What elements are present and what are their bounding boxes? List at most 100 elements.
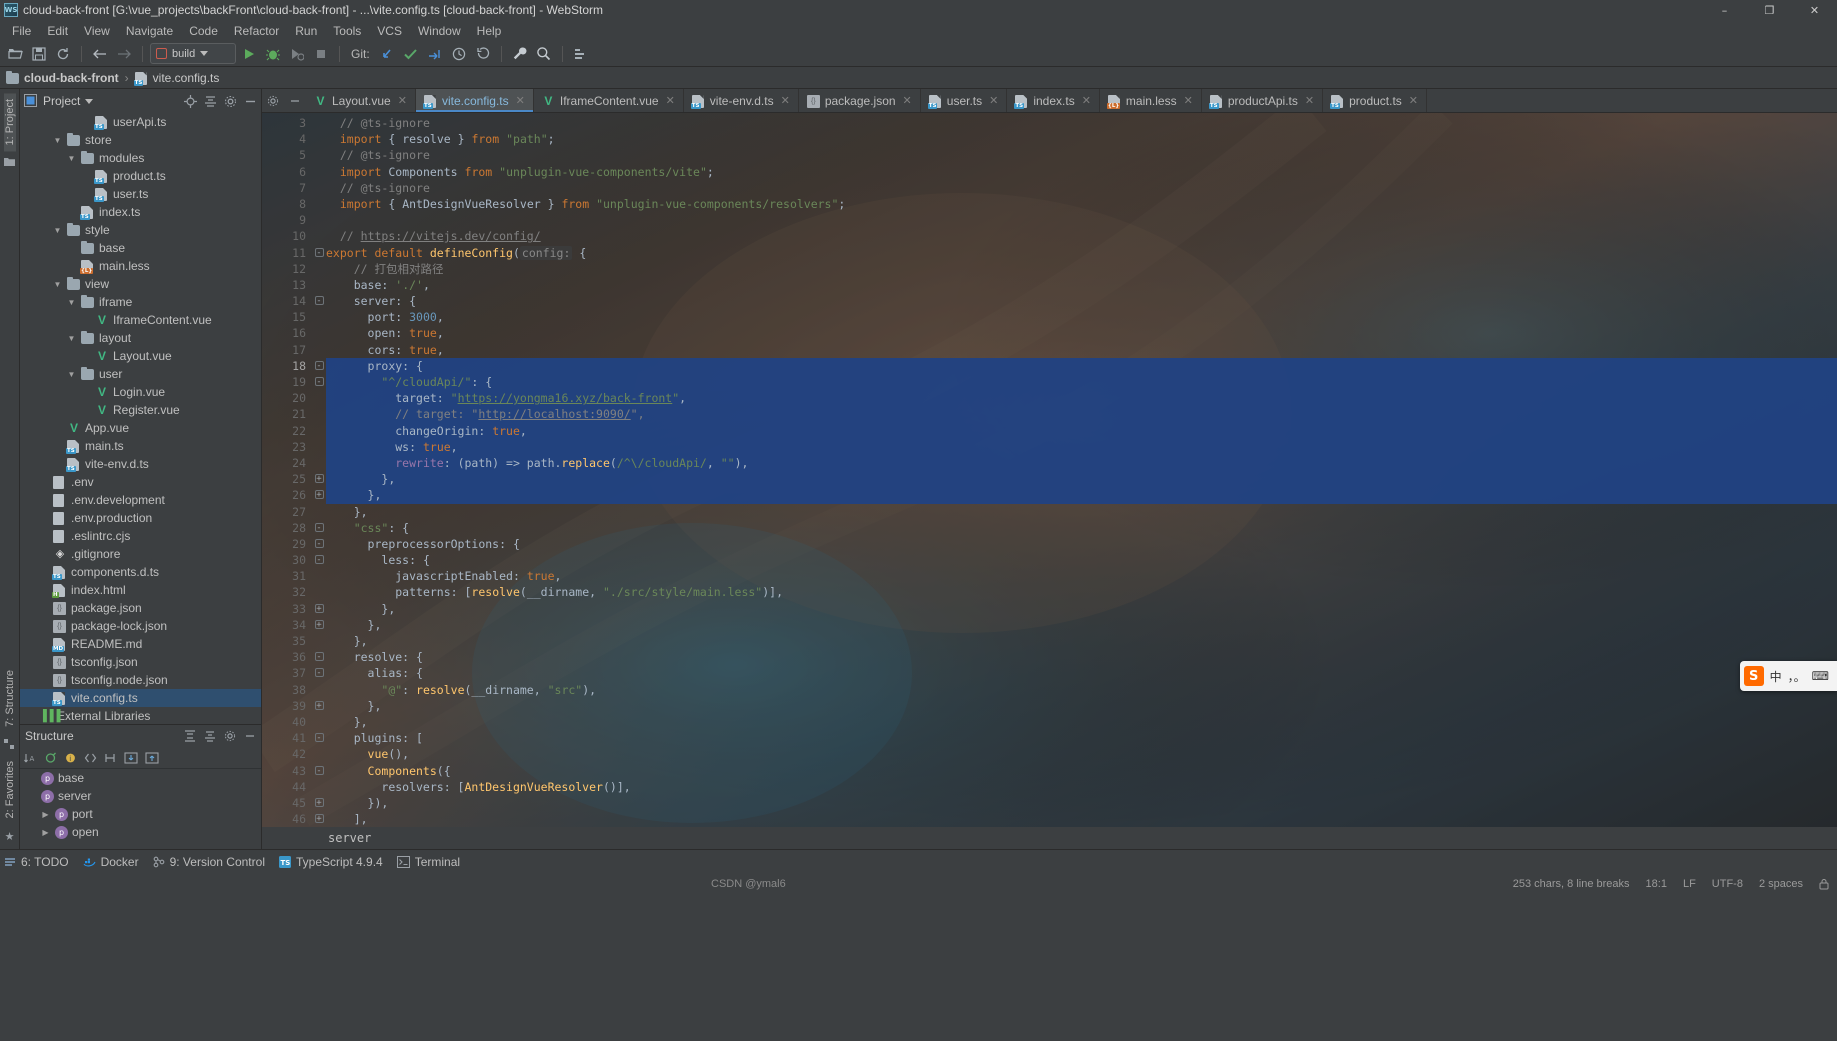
code-line[interactable]: resolvers: [AntDesignVueResolver()], bbox=[326, 779, 1837, 795]
project-files-icon[interactable] bbox=[4, 157, 15, 167]
menu-refactor[interactable]: Refactor bbox=[226, 22, 287, 40]
menu-navigate[interactable]: Navigate bbox=[118, 22, 181, 40]
structure-item-open[interactable]: ▶popen bbox=[20, 823, 261, 841]
close-button[interactable]: ✕ bbox=[1792, 0, 1837, 20]
tree-twisty-icon[interactable]: ▼ bbox=[52, 226, 63, 235]
fold-toggle-icon[interactable]: - bbox=[312, 374, 326, 390]
code-line[interactable]: vue(), bbox=[326, 746, 1837, 762]
run-icon[interactable] bbox=[238, 43, 260, 65]
close-tab-icon[interactable]: ✕ bbox=[1305, 94, 1314, 107]
menu-code[interactable]: Code bbox=[181, 22, 226, 40]
code-line[interactable]: export default defineConfig(config: { bbox=[326, 245, 1837, 261]
structure-item-server[interactable]: pserver bbox=[20, 787, 261, 805]
code-line[interactable]: // @ts-ignore bbox=[326, 115, 1837, 131]
code-line[interactable]: }, bbox=[326, 714, 1837, 730]
tree-item-main-ts[interactable]: TSmain.ts bbox=[20, 437, 261, 455]
breadcrumb-project[interactable]: cloud-back-front bbox=[6, 71, 119, 85]
show-anonymous-icon[interactable] bbox=[84, 752, 97, 764]
bottom-item-version-control[interactable]: 9: Version Control bbox=[153, 855, 265, 869]
menu-window[interactable]: Window bbox=[410, 22, 469, 40]
fold-toggle-icon[interactable]: + bbox=[312, 811, 326, 827]
error-marker-strip[interactable] bbox=[1825, 113, 1837, 849]
structure-twisty-icon[interactable]: ▶ bbox=[40, 828, 51, 837]
tree-item-main-less[interactable]: {L}main.less bbox=[20, 257, 261, 275]
fold-toggle-icon[interactable]: - bbox=[312, 552, 326, 568]
tree-item-iframe[interactable]: ▼iframe bbox=[20, 293, 261, 311]
sync-icon[interactable] bbox=[52, 43, 74, 65]
editor-tab-product-ts[interactable]: TSproduct.ts✕ bbox=[1323, 89, 1427, 112]
fold-toggle-icon[interactable]: - bbox=[312, 763, 326, 779]
tree-item-env[interactable]: .env bbox=[20, 473, 261, 491]
rollback-icon[interactable] bbox=[472, 43, 494, 65]
tree-item-user[interactable]: ▼user bbox=[20, 365, 261, 383]
tree-item-vite-config-ts[interactable]: TSvite.config.ts bbox=[20, 689, 261, 707]
code-line[interactable]: // https://vitejs.dev/config/ bbox=[326, 228, 1837, 244]
wrench-icon[interactable] bbox=[509, 43, 531, 65]
back-arrow-icon[interactable] bbox=[89, 43, 111, 65]
forward-arrow-icon[interactable] bbox=[113, 43, 135, 65]
menu-file[interactable]: File bbox=[4, 22, 39, 40]
git-commit-icon[interactable] bbox=[400, 43, 422, 65]
run-with-coverage-icon[interactable] bbox=[286, 43, 308, 65]
tree-item-layout[interactable]: ▼layout bbox=[20, 329, 261, 347]
chevron-down-icon[interactable] bbox=[85, 99, 93, 104]
code-line[interactable]: }, bbox=[326, 487, 1837, 503]
fold-toggle-icon[interactable]: + bbox=[312, 795, 326, 811]
hide-icon[interactable] bbox=[244, 95, 257, 108]
fold-toggle-icon[interactable]: - bbox=[312, 665, 326, 681]
tree-item-product-ts[interactable]: TSproduct.ts bbox=[20, 167, 261, 185]
search-icon[interactable] bbox=[533, 43, 555, 65]
code-line[interactable]: proxy: { bbox=[326, 358, 1837, 374]
code-line[interactable]: import Components from "unplugin-vue-com… bbox=[326, 164, 1837, 180]
code-line[interactable]: target: "https://yongma16.xyz/back-front… bbox=[326, 390, 1837, 406]
close-tab-icon[interactable]: ✕ bbox=[516, 94, 525, 107]
code-line[interactable]: port: 3000, bbox=[326, 309, 1837, 325]
expand-all-icon[interactable] bbox=[184, 730, 196, 742]
git-push-icon[interactable] bbox=[424, 43, 446, 65]
tree-item-eslintrc-cjs[interactable]: .eslintrc.cjs bbox=[20, 527, 261, 545]
editor-tab-user-ts[interactable]: TSuser.ts✕ bbox=[921, 89, 1008, 112]
fold-toggle-icon[interactable]: + bbox=[312, 601, 326, 617]
autoscroll-from-source-icon[interactable] bbox=[124, 752, 138, 764]
tree-item-iframecontent-vue[interactable]: VIframeContent.vue bbox=[20, 311, 261, 329]
sidebar-item-project[interactable]: 1: Project bbox=[4, 93, 16, 151]
code-line[interactable]: "^/cloudApi/": { bbox=[326, 374, 1837, 390]
code-line[interactable]: }, bbox=[326, 617, 1837, 633]
code-line[interactable]: plugins: [ bbox=[326, 730, 1837, 746]
fold-toggle-icon[interactable]: - bbox=[312, 649, 326, 665]
tree-item-package-json[interactable]: package.json bbox=[20, 599, 261, 617]
save-icon[interactable] bbox=[28, 43, 50, 65]
tree-twisty-icon[interactable]: ▼ bbox=[66, 370, 77, 379]
sidebar-item-favorites[interactable]: 2: Favorites bbox=[4, 755, 16, 824]
tree-item-register-vue[interactable]: VRegister.vue bbox=[20, 401, 261, 419]
code-line[interactable]: // target: "http://localhost:9090/", bbox=[326, 406, 1837, 422]
tree-item-index-html[interactable]: Hindex.html bbox=[20, 581, 261, 599]
code-line[interactable] bbox=[326, 212, 1837, 228]
code-line[interactable]: server: { bbox=[326, 293, 1837, 309]
status-caret-position[interactable]: 18:1 bbox=[1646, 878, 1667, 890]
structure-item-port[interactable]: ▶pport bbox=[20, 805, 261, 823]
tree-item-base[interactable]: base bbox=[20, 239, 261, 257]
editor-tab-vite-env-d-ts[interactable]: TSvite-env.d.ts✕ bbox=[684, 89, 799, 112]
menu-view[interactable]: View bbox=[76, 22, 118, 40]
code-line[interactable]: javascriptEnabled: true, bbox=[326, 568, 1837, 584]
menu-edit[interactable]: Edit bbox=[39, 22, 76, 40]
tree-twisty-icon[interactable]: ▼ bbox=[52, 280, 63, 289]
bottom-item-terminal[interactable]: Terminal bbox=[397, 855, 460, 869]
tree-twisty-icon[interactable]: ▼ bbox=[66, 154, 77, 163]
pin-tab-icon[interactable] bbox=[262, 89, 284, 112]
code-line[interactable]: ], bbox=[326, 811, 1837, 827]
tree-item-modules[interactable]: ▼modules bbox=[20, 149, 261, 167]
fold-toggle-icon[interactable]: + bbox=[312, 487, 326, 503]
lock-icon[interactable] bbox=[1819, 878, 1829, 890]
code-line[interactable]: // @ts-ignore bbox=[326, 147, 1837, 163]
code-line[interactable]: import { resolve } from "path"; bbox=[326, 131, 1837, 147]
code-line[interactable]: alias: { bbox=[326, 665, 1837, 681]
ime-floating-bar[interactable]: S 中 ，。 ⌨ bbox=[1740, 661, 1837, 691]
tree-item-tsconfig-node-json[interactable]: tsconfig.node.json bbox=[20, 671, 261, 689]
debug-icon[interactable] bbox=[262, 43, 284, 65]
editor-tab-vite-config-ts[interactable]: TSvite.config.ts✕ bbox=[416, 89, 534, 112]
show-fields-icon[interactable] bbox=[104, 752, 117, 764]
stop-icon[interactable] bbox=[310, 43, 332, 65]
ime-punctuation-label[interactable]: ，。 bbox=[1788, 668, 1806, 685]
